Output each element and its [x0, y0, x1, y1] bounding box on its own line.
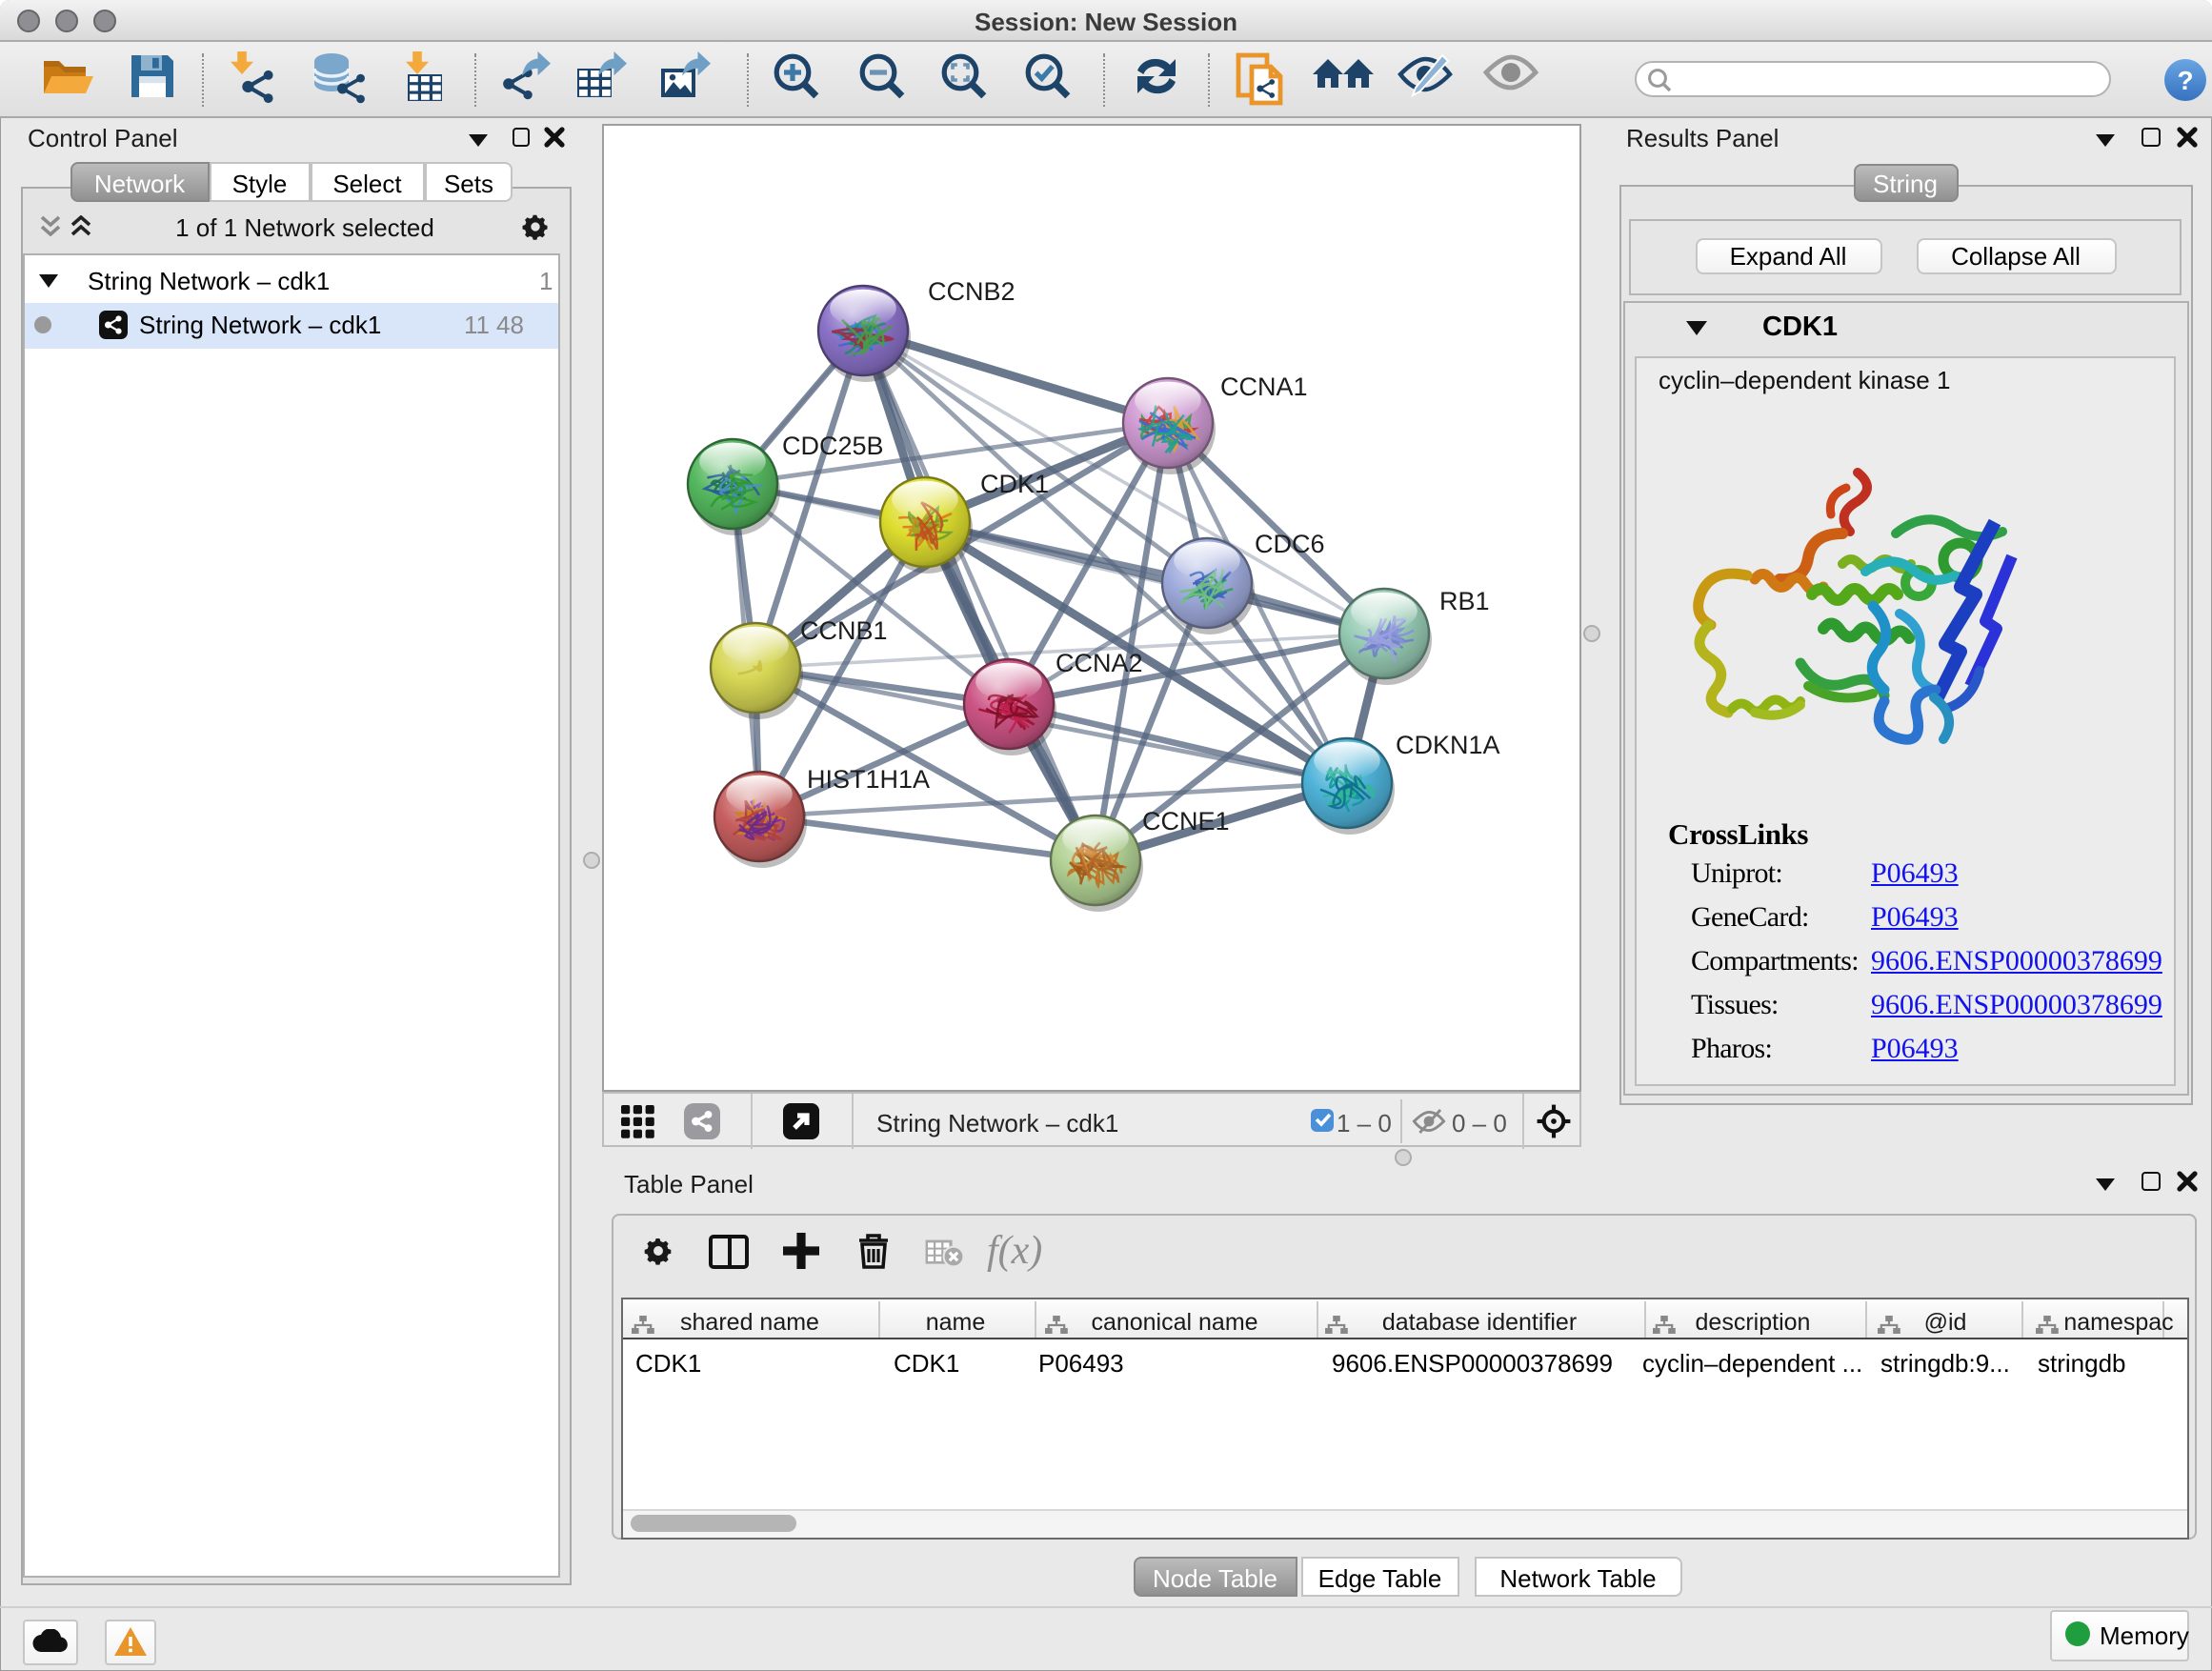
svg-text:CDC6: CDC6 [1255, 530, 1325, 558]
svg-text:CCNA2: CCNA2 [1056, 649, 1143, 677]
svg-text:CCNE1: CCNE1 [1142, 807, 1230, 836]
svg-text:HIST1H1A: HIST1H1A [807, 765, 930, 794]
svg-text:CCNA1: CCNA1 [1220, 372, 1308, 401]
svg-text:RB1: RB1 [1439, 587, 1490, 615]
svg-text:CDC25B: CDC25B [782, 432, 884, 460]
svg-text:CCNB1: CCNB1 [800, 616, 888, 645]
svg-text:CDKN1A: CDKN1A [1396, 731, 1500, 759]
svg-text:CDK1: CDK1 [980, 470, 1049, 498]
svg-text:CCNB2: CCNB2 [928, 277, 1016, 306]
